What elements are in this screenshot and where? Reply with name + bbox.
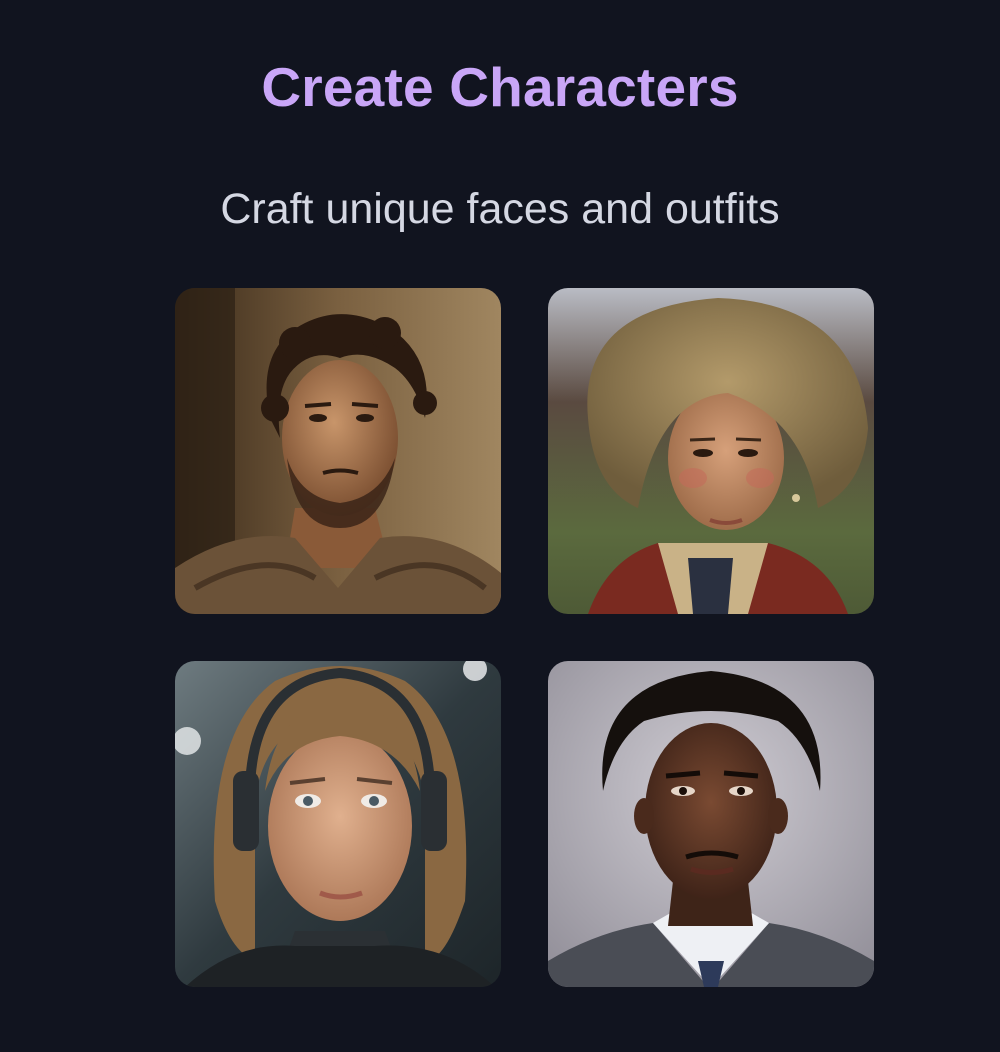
character-creator-screen: Create Characters Craft unique faces and…	[0, 0, 1000, 1052]
portrait-image	[175, 288, 501, 614]
portrait-image	[548, 288, 874, 614]
portrait-image	[175, 661, 501, 987]
portrait-woman-headphones[interactable]	[175, 661, 501, 987]
page-title: Create Characters	[261, 56, 739, 118]
portrait-curly-haired-man[interactable]	[175, 288, 501, 614]
portrait-man-suit[interactable]	[548, 661, 874, 987]
portrait-woman-fur-hat[interactable]	[548, 288, 874, 614]
portrait-image	[548, 661, 874, 987]
page-subtitle: Craft unique faces and outfits	[220, 185, 780, 233]
